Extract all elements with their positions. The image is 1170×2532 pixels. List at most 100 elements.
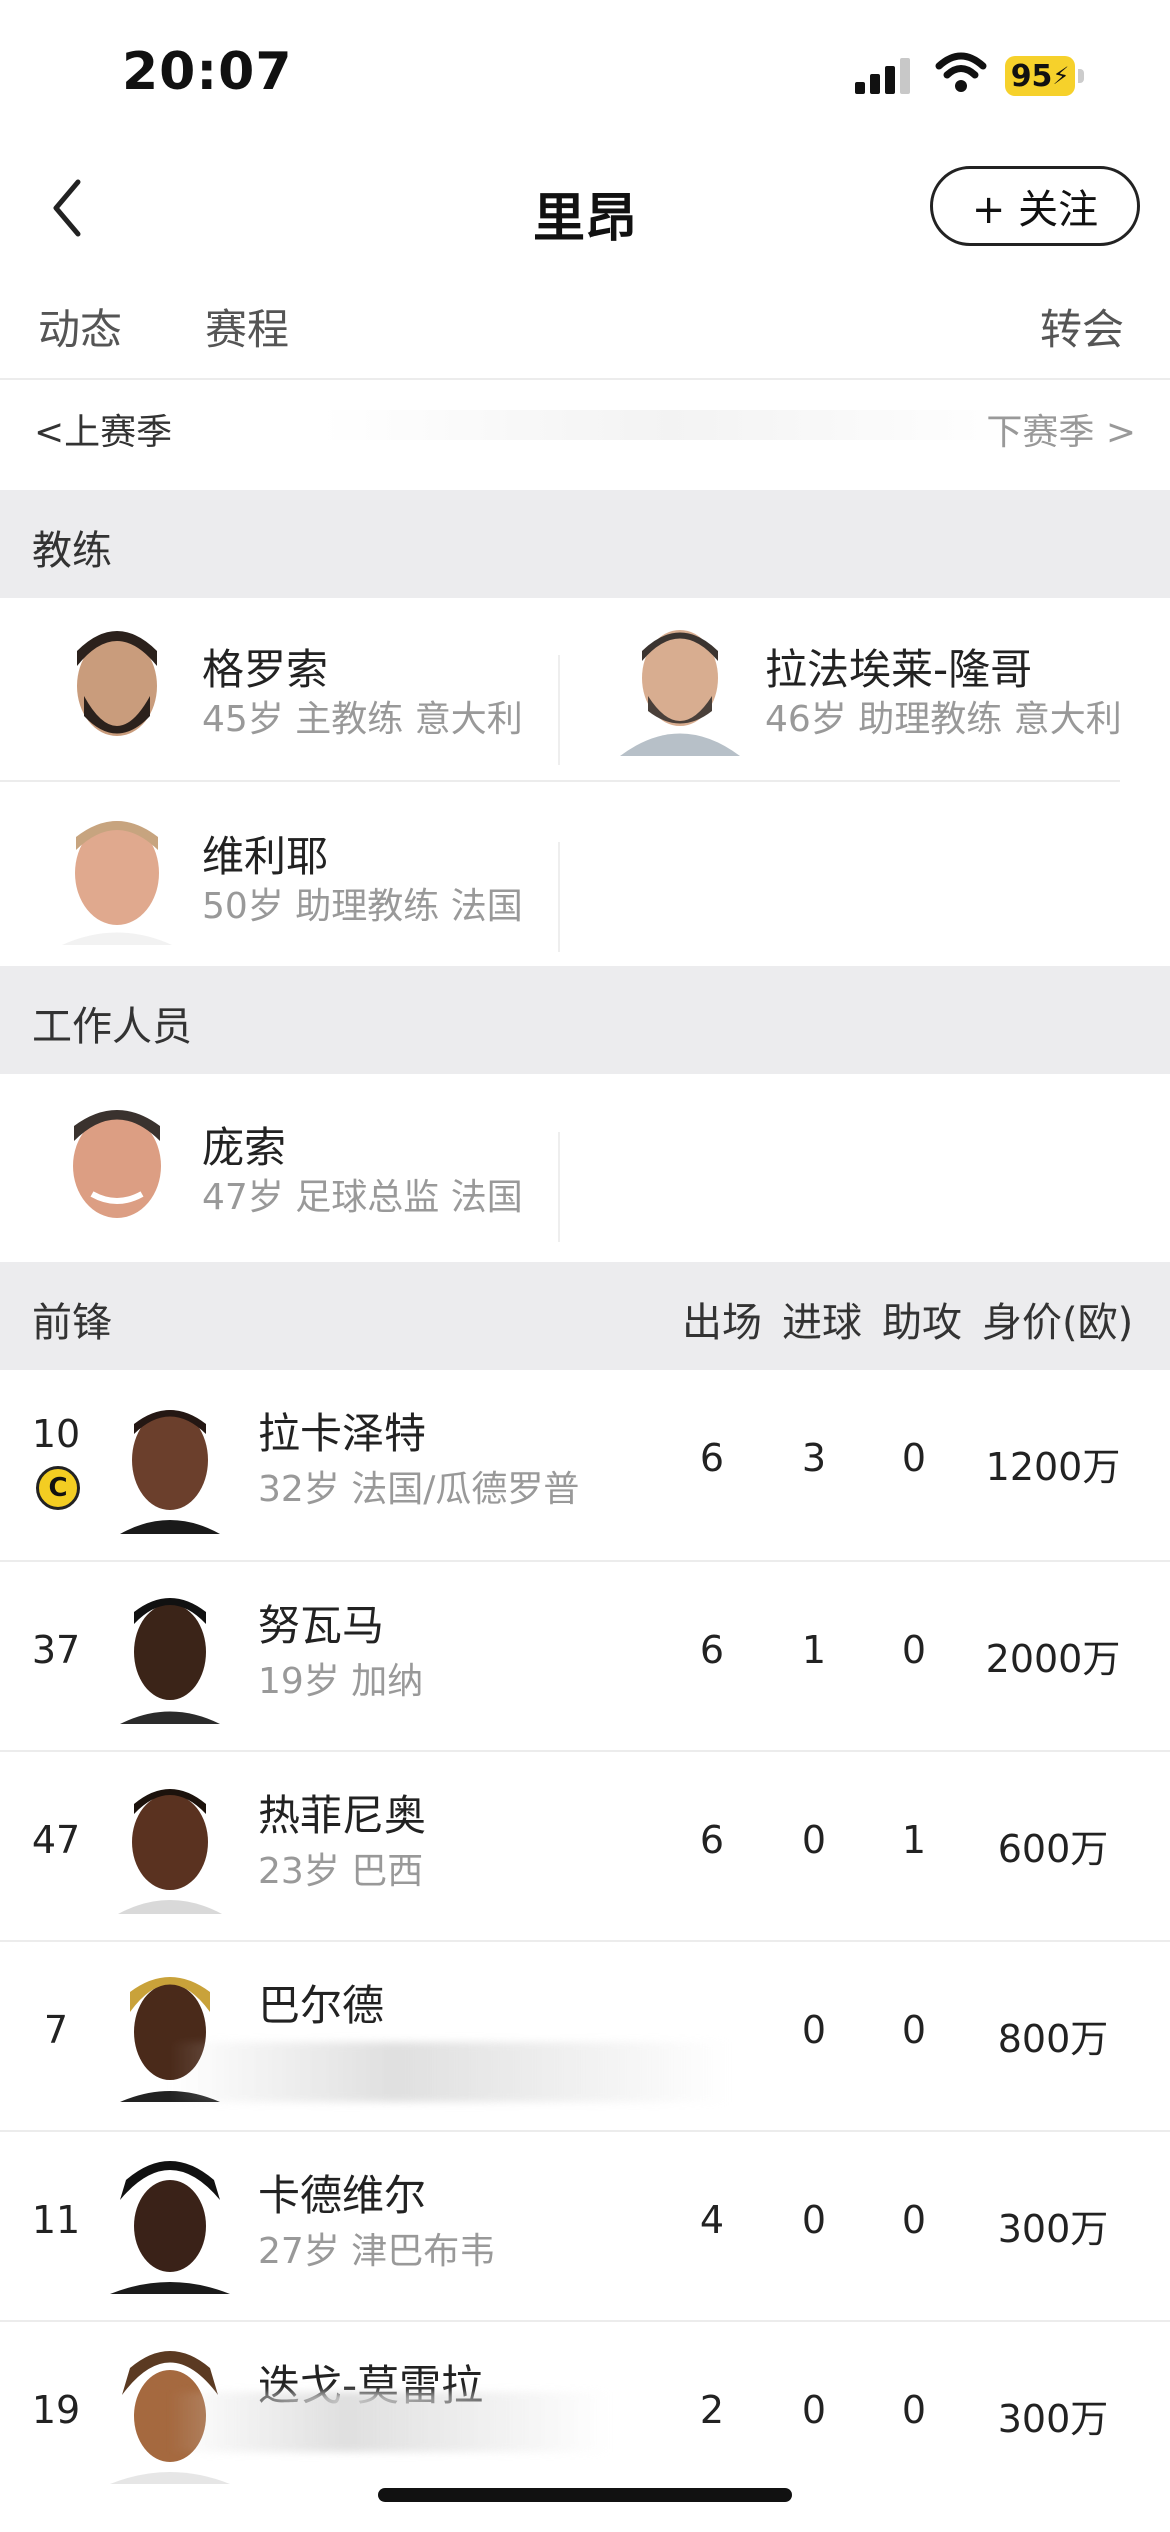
staff-info: 47岁 足球总监 法国 bbox=[202, 1177, 523, 1218]
player-info: 23岁 巴西 bbox=[258, 1851, 424, 1892]
player-goals: 3 bbox=[801, 1436, 827, 1480]
tab-bar: 动态 赛程 转会 bbox=[0, 290, 1170, 370]
prev-season-label: 上赛季 bbox=[64, 412, 173, 453]
section-title: 教练 bbox=[32, 528, 112, 574]
section-header-forwards: 前锋 出场 进球 助攻 身价(欧) bbox=[0, 1262, 1170, 1370]
player-info: 19岁 加纳 bbox=[258, 1661, 424, 1702]
player-info: 32岁 法国/瓜德罗普 bbox=[258, 1469, 580, 1510]
coach-card[interactable]: 拉法埃莱-隆哥 46岁 助理教练 意大利 bbox=[560, 598, 1170, 778]
player-row[interactable]: 11 卡德维尔 27岁 津巴布韦 4 0 0 300万 bbox=[0, 2132, 1170, 2322]
player-avatar bbox=[118, 1789, 222, 1914]
tab-news[interactable]: 动态 bbox=[38, 296, 122, 357]
player-row[interactable]: 10 C 拉卡泽特 32岁 法国/瓜德罗普 6 3 0 1200万 bbox=[0, 1370, 1170, 1560]
player-goals: 0 bbox=[801, 2008, 827, 2052]
player-market-value: 600万 bbox=[997, 1827, 1109, 1871]
staff-avatar bbox=[73, 1110, 161, 1218]
coach-name: 拉法埃莱-隆哥 bbox=[765, 645, 1033, 694]
battery-level: 95 bbox=[1010, 58, 1053, 94]
next-season-link[interactable]: 下赛季 > bbox=[986, 403, 1136, 455]
player-appearances: 6 bbox=[699, 1818, 725, 1862]
player-avatar bbox=[120, 1410, 220, 1534]
player-assists: 1 bbox=[901, 1818, 927, 1862]
player-appearances: 6 bbox=[699, 1436, 725, 1480]
coach-info: 46岁 助理教练 意大利 bbox=[765, 699, 1122, 740]
divider bbox=[0, 378, 1170, 380]
chevron-left-icon: < bbox=[34, 412, 65, 453]
coach-card[interactable]: 格罗索 45岁 主教练 意大利 bbox=[0, 598, 560, 778]
season-selector-fade bbox=[320, 410, 1020, 440]
player-market-value: 300万 bbox=[997, 2397, 1109, 2441]
player-name: 卡德维尔 bbox=[258, 2171, 427, 2220]
player-row[interactable]: 47 热菲尼奥 23岁 巴西 6 0 1 600万 bbox=[0, 1752, 1170, 1942]
captain-badge-icon: C bbox=[36, 1466, 80, 1510]
player-name: 努瓦马 bbox=[258, 1601, 385, 1650]
section-header-staff: 工作人员 bbox=[0, 966, 1170, 1074]
next-season-label: 下赛季 bbox=[986, 412, 1095, 453]
nav-header: 里昂 + 关注 bbox=[0, 150, 1170, 270]
status-bar: 20:07 95 ⚡ bbox=[0, 0, 1170, 140]
status-time: 20:07 bbox=[122, 42, 293, 102]
section-title: 前锋 bbox=[32, 1300, 112, 1346]
player-appearances: 2 bbox=[699, 2388, 725, 2432]
player-row[interactable]: 19 迭戈-莫雷拉 2 0 0 300万 bbox=[0, 2322, 1170, 2512]
header-market-value: 身价(欧) bbox=[982, 1300, 1134, 1346]
player-number: 10 bbox=[31, 1412, 81, 1456]
player-number: 7 bbox=[43, 2008, 69, 2052]
player-market-value: 300万 bbox=[997, 2207, 1109, 2251]
player-number: 37 bbox=[31, 1628, 81, 1672]
player-appearances: 6 bbox=[699, 1628, 725, 1672]
player-assists: 0 bbox=[901, 1628, 927, 1672]
player-market-value: 2000万 bbox=[985, 1637, 1121, 1681]
player-assists: 0 bbox=[901, 1436, 927, 1480]
player-avatar bbox=[110, 2161, 230, 2294]
season-nav: <上赛季 下赛季 > bbox=[0, 385, 1170, 485]
header-goals: 进球 bbox=[782, 1300, 862, 1346]
player-row[interactable]: 37 努瓦马 19岁 加纳 6 1 0 2000万 bbox=[0, 1562, 1170, 1752]
player-name: 巴尔德 bbox=[258, 1981, 385, 2030]
player-row[interactable]: 7 巴尔德 0 0 800万 bbox=[0, 1942, 1170, 2132]
player-market-value: 800万 bbox=[997, 2017, 1109, 2061]
chevron-right-icon: > bbox=[1094, 412, 1136, 453]
divider bbox=[558, 842, 560, 952]
tab-schedule[interactable]: 赛程 bbox=[205, 296, 289, 357]
player-number: 19 bbox=[31, 2388, 81, 2432]
player-goals: 0 bbox=[801, 2388, 827, 2432]
player-goals: 1 bbox=[801, 1628, 827, 1672]
header-assists: 助攻 bbox=[882, 1300, 962, 1346]
player-assists: 0 bbox=[901, 2008, 927, 2052]
coach-name: 维利耶 bbox=[202, 832, 329, 881]
player-number: 11 bbox=[31, 2198, 81, 2242]
coach-avatar bbox=[77, 631, 157, 736]
divider bbox=[558, 1132, 560, 1242]
player-goals: 0 bbox=[801, 1818, 827, 1862]
player-assists: 0 bbox=[901, 2388, 927, 2432]
blur-overlay bbox=[170, 2392, 610, 2452]
coach-info: 45岁 主教练 意大利 bbox=[202, 699, 523, 740]
cellular-signal-icon bbox=[855, 58, 910, 94]
player-goals: 0 bbox=[801, 2198, 827, 2242]
prev-season-link[interactable]: <上赛季 bbox=[34, 403, 172, 455]
player-assists: 0 bbox=[901, 2198, 927, 2242]
divider bbox=[0, 780, 1120, 782]
staff-card[interactable]: 庞索 47岁 足球总监 法国 bbox=[0, 1074, 560, 1254]
follow-button[interactable]: + 关注 bbox=[930, 166, 1140, 246]
battery-icon: 95 ⚡ bbox=[1005, 56, 1085, 98]
player-avatar bbox=[120, 1598, 220, 1724]
section-title: 工作人员 bbox=[32, 1004, 192, 1050]
coach-card[interactable]: 维利耶 50岁 助理教练 法国 bbox=[0, 785, 560, 965]
header-appearances: 出场 bbox=[682, 1300, 762, 1346]
tab-transfers[interactable]: 转会 bbox=[1040, 296, 1124, 357]
wifi-icon bbox=[935, 52, 987, 92]
home-indicator[interactable] bbox=[378, 2488, 792, 2502]
coach-info: 50岁 助理教练 法国 bbox=[202, 886, 523, 927]
coach-avatar bbox=[62, 821, 172, 945]
player-name: 热菲尼奥 bbox=[258, 1791, 427, 1840]
staff-name: 庞索 bbox=[202, 1123, 287, 1172]
player-appearances: 4 bbox=[699, 2198, 725, 2242]
player-name: 拉卡泽特 bbox=[258, 1409, 427, 1458]
blur-overlay bbox=[170, 2042, 730, 2102]
player-market-value: 1200万 bbox=[985, 1445, 1121, 1489]
player-number: 47 bbox=[31, 1818, 81, 1862]
coach-avatar bbox=[620, 630, 740, 756]
player-info: 27岁 津巴布韦 bbox=[258, 2231, 496, 2272]
